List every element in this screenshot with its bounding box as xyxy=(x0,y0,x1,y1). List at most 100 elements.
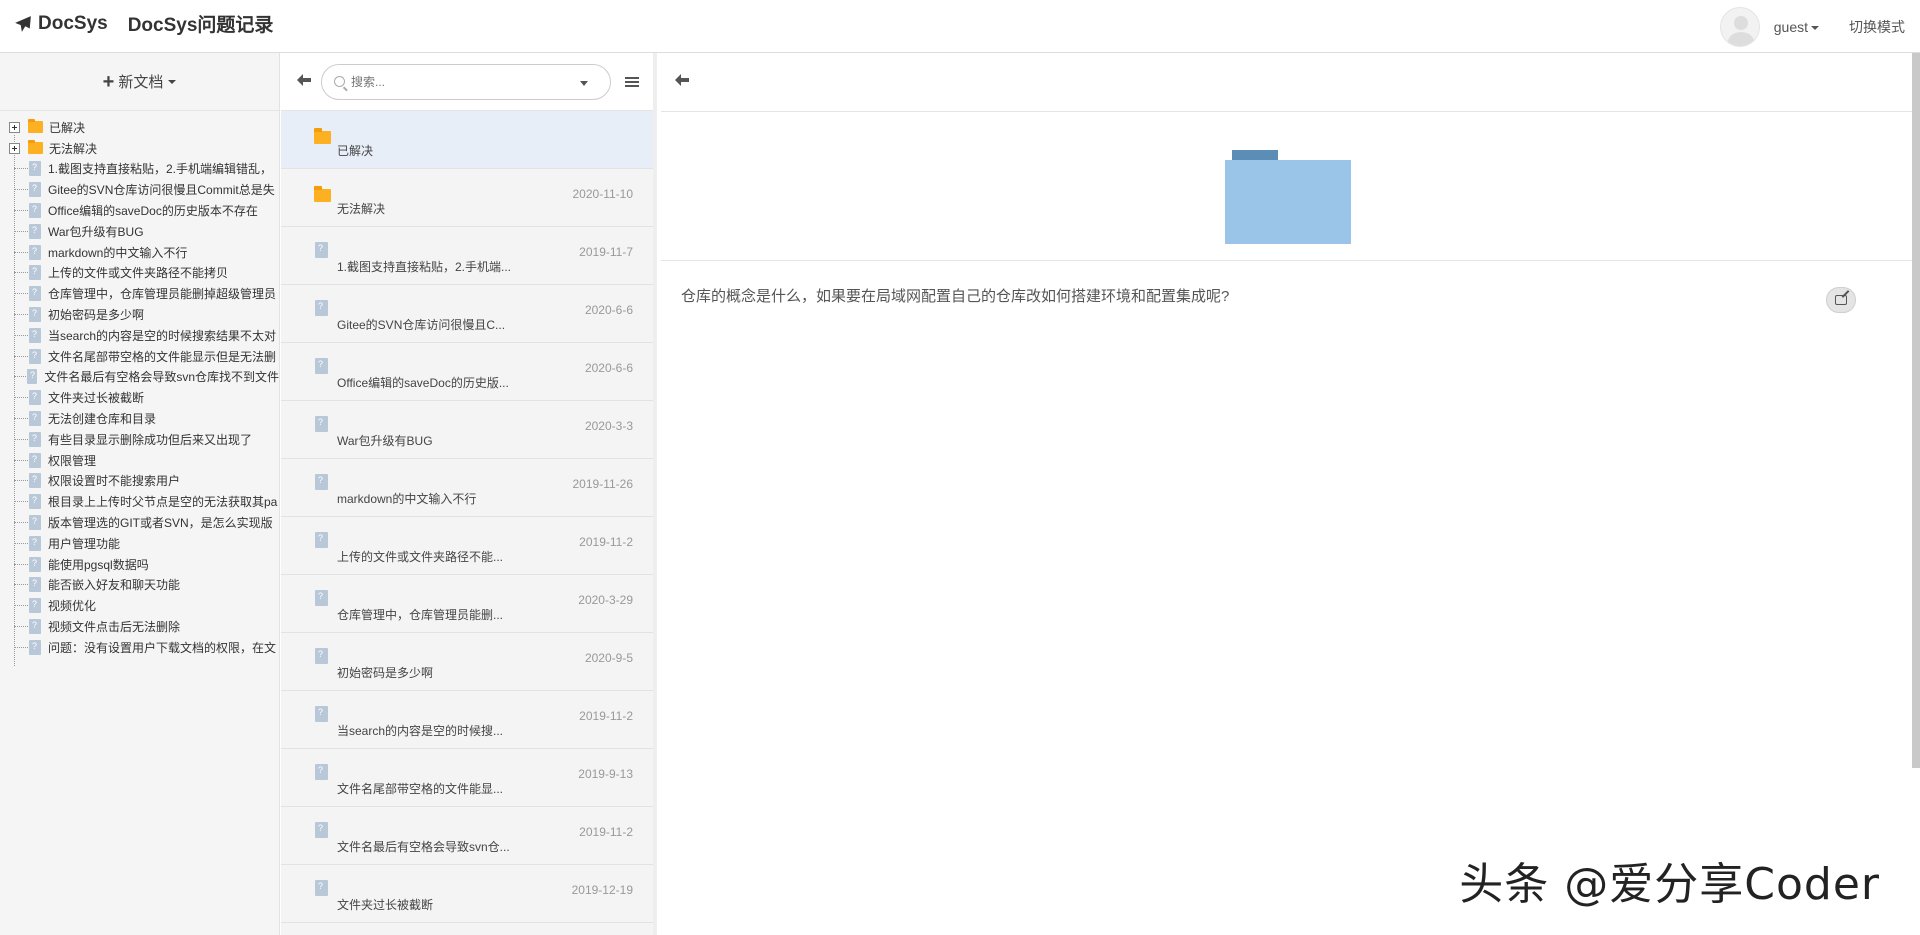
tree-folder-node[interactable]: 已解决 xyxy=(0,117,279,138)
back-arrow-icon[interactable] xyxy=(675,73,689,91)
brand-name[interactable]: DocSys xyxy=(38,13,108,35)
tree-line xyxy=(14,376,27,378)
list-item-date: 2019-11-7 xyxy=(579,245,633,259)
list-item[interactable]: markdown的中文输入不行 2019-11-26 xyxy=(281,459,653,517)
list-item[interactable]: 已解决 xyxy=(281,111,653,169)
doc-tree-panel: + 新文档 已解决无法解决 1.截图支持直接粘贴，2.手机端编辑错乱， Gitee的… xyxy=(0,53,280,935)
tree-node-label: 初始密码是多少啊 xyxy=(48,308,145,323)
tree-node-label: 文件名尾部带空格的文件能显示但是无法删 xyxy=(48,349,277,364)
tree-line xyxy=(14,480,28,482)
tree-doc-node[interactable]: 能否嵌入好友和聊天功能 xyxy=(0,575,279,596)
list-item[interactable]: Office编辑的saveDoc的历史版... 2020-6-6 xyxy=(281,343,653,401)
tree-doc-node[interactable]: markdown的中文输入不行 xyxy=(0,242,279,263)
list-item-name: 文件夹过长被截断 xyxy=(337,898,434,912)
tree-doc-node[interactable]: 视频文件点击后无法删除 xyxy=(0,616,279,637)
doc-icon xyxy=(315,474,328,490)
list-item-name: 文件名最后有空格会导致svn仓... xyxy=(337,840,510,854)
scrollbar[interactable] xyxy=(653,53,657,513)
doc-icon xyxy=(29,327,41,343)
search-dropdown-icon[interactable] xyxy=(580,80,588,86)
list-item[interactable]: 文件名最后有空格会导致svn仓... 2019-11-2 xyxy=(281,807,653,865)
search-input[interactable] xyxy=(351,74,551,89)
list-item[interactable]: 1.截图支持直接粘贴，2.手机端... 2019-11-7 xyxy=(281,227,653,285)
doc-icon xyxy=(29,535,41,551)
tree-line xyxy=(14,397,28,399)
list-item[interactable]: 文件夹过长被截断 2019-12-19 xyxy=(281,865,653,923)
tree-doc-node[interactable]: 文件名尾部带空格的文件能显示但是无法删 xyxy=(0,346,279,367)
new-doc-button[interactable]: + 新文档 xyxy=(0,53,279,111)
tree-doc-node[interactable]: 权限管理 xyxy=(0,450,279,471)
repo-title[interactable]: DocSys问题记录 xyxy=(128,10,274,37)
edit-button[interactable] xyxy=(1826,287,1856,313)
tree-doc-node[interactable]: 有些目录显示删除成功但后来又出现了 xyxy=(0,429,279,450)
tree-doc-node[interactable]: Gitee的SVN仓库访问很慢且Commit总是失 xyxy=(0,179,279,200)
doc-icon xyxy=(315,880,328,896)
tree-line xyxy=(14,230,28,232)
brand[interactable]: DocSys DocSys问题记录 xyxy=(14,10,273,37)
edit-icon xyxy=(1835,295,1847,305)
tree-node-label: 用户管理功能 xyxy=(48,536,121,551)
tree-doc-node[interactable]: 无法创建仓库和目录 xyxy=(0,408,279,429)
list-item-date: 2020-3-29 xyxy=(578,593,633,607)
scrollbar[interactable] xyxy=(1912,53,1920,768)
tree-doc-node[interactable]: 能使用pgsql数据吗 xyxy=(0,554,279,575)
expand-icon[interactable] xyxy=(9,121,20,133)
doc-icon xyxy=(29,619,41,635)
tree-line xyxy=(14,251,28,253)
tree-node-label: 根目录上上传时父节点是空的无法获取其pa xyxy=(48,495,278,510)
back-arrow-icon[interactable] xyxy=(297,73,313,91)
tree-doc-node[interactable]: 仓库管理中，仓库管理员能删掉超级管理员 xyxy=(0,283,279,304)
list-item[interactable]: 文件名尾部带空格的文件能显... 2019-9-13 xyxy=(281,749,653,807)
tree-doc-node[interactable]: 根目录上上传时父节点是空的无法获取其pa xyxy=(0,491,279,512)
tree-doc-node[interactable]: 权限设置时不能搜索用户 xyxy=(0,471,279,492)
tree-node-label: 上传的文件或文件夹路径不能拷贝 xyxy=(48,266,229,281)
list-item[interactable]: 仓库管理中，仓库管理员能删... 2020-3-29 xyxy=(281,575,653,633)
tree-line xyxy=(14,584,28,586)
tree-doc-node[interactable]: 视频优化 xyxy=(0,595,279,616)
tree-doc-node[interactable]: War包升级有BUG xyxy=(0,221,279,242)
tree-node-label: Office编辑的saveDoc的历史版本不存在 xyxy=(48,204,258,219)
list-item-date: 2019-9-13 xyxy=(578,767,633,781)
search-box[interactable] xyxy=(321,63,611,100)
list-item-date: 2019-11-2 xyxy=(579,709,633,723)
tree-doc-node[interactable]: 文件夹过长被截断 xyxy=(0,387,279,408)
list-menu-icon[interactable] xyxy=(625,75,639,89)
user-menu[interactable]: guest xyxy=(1774,19,1819,35)
doc-content-text: 仓库的概念是什么，如果要在局域网配置自己的仓库改如何搭建环境和配置集成呢? xyxy=(681,288,1230,305)
search-icon xyxy=(334,76,345,87)
doc-icon xyxy=(29,411,41,427)
switch-mode-button[interactable]: 切换模式 xyxy=(1849,17,1905,37)
list-item[interactable]: 初始密码是多少啊 2020-9-5 xyxy=(281,633,653,691)
tree-node-label: 视频文件点击后无法删除 xyxy=(48,620,181,635)
doc-icon xyxy=(29,286,41,302)
tree-doc-node[interactable]: 1.截图支持直接粘贴，2.手机端编辑错乱， xyxy=(0,159,279,180)
list-item[interactable]: 无法解决 2020-11-10 xyxy=(281,169,653,227)
tree-node-label: War包升级有BUG xyxy=(48,224,144,239)
tree-doc-node[interactable]: 用户管理功能 xyxy=(0,533,279,554)
new-doc-label: 新文档 xyxy=(118,74,164,91)
tree-doc-node[interactable]: 问题：没有设置用户下载文档的权限，在文 xyxy=(0,637,279,658)
list-item[interactable]: Gitee的SVN仓库访问很慢且C... 2020-6-6 xyxy=(281,285,653,343)
list-item[interactable]: War包升级有BUG 2020-3-3 xyxy=(281,401,653,459)
tree-line xyxy=(14,334,28,336)
folder-icon xyxy=(28,140,43,155)
tree-doc-node[interactable]: 版本管理选的GIT或者SVN，是怎么实现版 xyxy=(0,512,279,533)
avatar[interactable] xyxy=(1719,6,1760,47)
tree-line xyxy=(14,605,28,607)
doc-icon xyxy=(29,244,41,260)
list-item[interactable]: 当search的内容是空的时候搜... 2019-11-2 xyxy=(281,691,653,749)
tree-doc-node[interactable]: 当search的内容是空的时候搜索结果不太对 xyxy=(0,325,279,346)
list-item[interactable]: 上传的文件或文件夹路径不能... 2019-11-2 xyxy=(281,517,653,575)
tree-doc-node[interactable]: 文件名最后有空格会导致svn仓库找不到文件 xyxy=(0,367,279,388)
expand-icon[interactable] xyxy=(9,142,20,154)
user-name: guest xyxy=(1773,18,1808,35)
tree-line xyxy=(14,522,28,524)
tree-folder-node[interactable]: 无法解决 xyxy=(0,138,279,159)
tree-doc-node[interactable]: Office编辑的saveDoc的历史版本不存在 xyxy=(0,200,279,221)
tree-doc-node[interactable]: 上传的文件或文件夹路径不能拷贝 xyxy=(0,263,279,284)
tree-node-label: 文件夹过长被截断 xyxy=(48,391,145,406)
doc-icon xyxy=(29,577,41,593)
doc-icon xyxy=(29,223,41,239)
list-item-date: 2020-3-3 xyxy=(584,419,633,433)
tree-doc-node[interactable]: 初始密码是多少啊 xyxy=(0,304,279,325)
